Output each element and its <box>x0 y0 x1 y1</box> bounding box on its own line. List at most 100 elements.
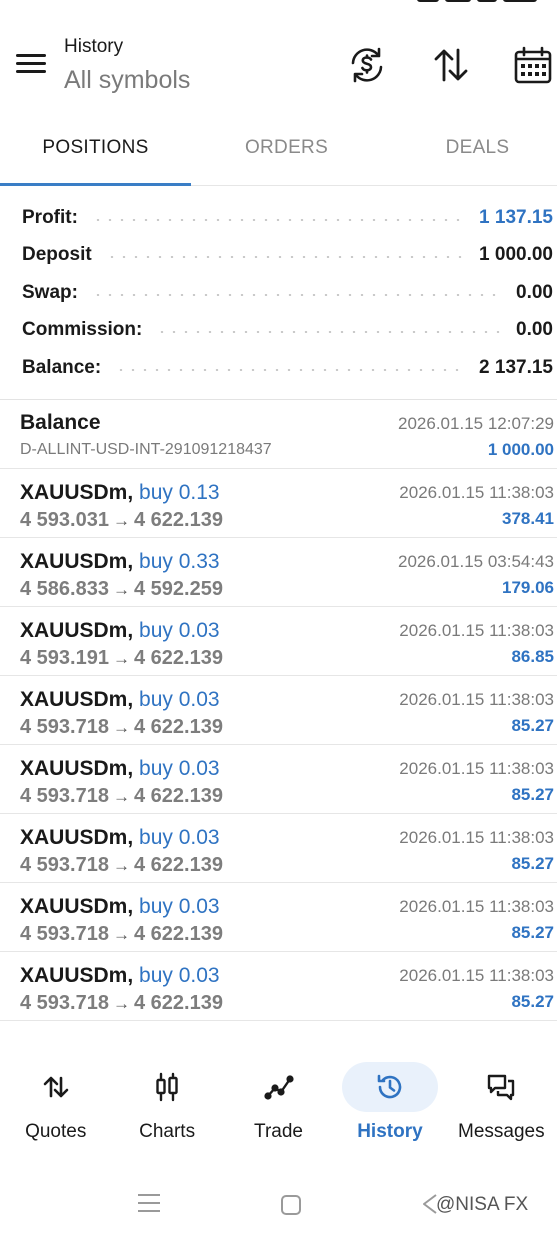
close-price: 4 592.259 <box>133 578 223 600</box>
nav-messages[interactable]: Messages <box>446 1050 557 1150</box>
leader-dots <box>91 293 503 296</box>
arrow-icon: → <box>112 994 130 1013</box>
position-symbol: XAUUSDm, <box>20 481 134 504</box>
leader-dots <box>156 331 503 334</box>
quotes-arrows-icon <box>8 1062 104 1112</box>
history-clock-icon <box>341 1062 438 1112</box>
position-profit: 85.27 <box>511 716 554 735</box>
hamburger-menu-icon[interactable] <box>16 52 48 76</box>
nav-label: Messages <box>458 1121 545 1142</box>
nav-label: Quotes <box>25 1121 87 1142</box>
tab-orders[interactable]: ORDERS <box>191 120 382 185</box>
position-time: 2026.01.15 11:38:03 <box>399 897 554 916</box>
leader-dots <box>91 218 466 221</box>
position-row[interactable]: XAUUSDm, buy 0.03 4 593.191 → 4 622.139 20… <box>0 607 557 676</box>
position-row[interactable]: XAUUSDm, buy 0.03 4 593.718 → 4 622.139 20… <box>0 883 557 952</box>
arrow-icon: → <box>112 856 130 875</box>
position-direction: buy 0.03 <box>139 964 220 987</box>
position-profit: 86.85 <box>511 647 554 666</box>
nav-label: Charts <box>139 1121 196 1142</box>
position-direction: buy 0.03 <box>139 757 220 780</box>
nav-label: Trade <box>254 1121 303 1142</box>
position-direction: buy 0.03 <box>139 826 220 849</box>
position-direction: buy 0.03 <box>139 895 220 918</box>
summary-value: 0.00 <box>516 319 553 341</box>
open-price: 4 593.718 <box>20 716 109 738</box>
system-navigation: @NISA FX <box>0 1180 557 1230</box>
position-profit: 179.06 <box>502 578 554 597</box>
position-row[interactable]: XAUUSDm, buy 0.03 4 593.718 → 4 622.139 20… <box>0 676 557 745</box>
open-price: 4 593.031 <box>20 509 109 531</box>
open-price: 4 593.718 <box>20 923 109 945</box>
currency-exchange-icon[interactable] <box>346 44 388 86</box>
symbol-filter[interactable]: All symbols <box>64 66 190 95</box>
sort-arrows-icon[interactable] <box>430 44 472 86</box>
close-price: 4 622.139 <box>133 509 223 531</box>
summary-row-deposit: Deposit 1 000.00 <box>0 237 557 275</box>
entry-time: 2026.01.15 12:07:29 <box>398 414 554 433</box>
summary-value: 1 000.00 <box>479 244 553 266</box>
summary-label: Balance: <box>22 356 102 378</box>
bottom-navigation: Quotes Charts Trade History Messages <box>0 1050 557 1150</box>
summary-label: Profit: <box>22 206 78 228</box>
close-price: 4 622.139 <box>133 785 223 807</box>
position-row[interactable]: XAUUSDm, buy 0.03 4 593.718 → 4 622.139 20… <box>0 814 557 883</box>
arrow-icon: → <box>112 649 130 668</box>
position-symbol: XAUUSDm, <box>20 826 134 849</box>
app-header: History All symbols <box>0 30 557 105</box>
entry-amount: 1 000.00 <box>487 440 554 459</box>
tab-positions[interactable]: POSITIONS <box>0 120 191 186</box>
page-title: History <box>64 36 124 57</box>
summary-row-commission: Commission: 0.00 <box>0 312 557 350</box>
history-list: Balance D-ALLINT-USD-INT-291091218437 20… <box>0 400 557 1021</box>
summary-row-balance: Balance: 2 137.15 <box>0 349 557 387</box>
position-direction: buy 0.33 <box>139 550 220 573</box>
position-profit: 378.41 <box>502 509 554 528</box>
position-symbol: XAUUSDm, <box>20 688 134 711</box>
close-price: 4 622.139 <box>133 923 223 945</box>
position-time: 2026.01.15 11:38:03 <box>399 690 554 709</box>
position-time: 2026.01.15 11:38:03 <box>399 621 554 640</box>
status-indicators <box>417 0 537 2</box>
position-row[interactable]: XAUUSDm, buy 0.13 4 593.031 → 4 622.139 20… <box>0 469 557 538</box>
position-symbol: XAUUSDm, <box>20 757 134 780</box>
chat-bubbles-icon <box>453 1062 549 1112</box>
summary-label: Commission: <box>22 319 143 341</box>
close-price: 4 622.139 <box>133 854 223 876</box>
summary-row-swap: Swap: 0.00 <box>0 274 557 312</box>
position-direction: buy 0.03 <box>139 619 220 642</box>
open-price: 4 593.191 <box>20 647 109 669</box>
position-row[interactable]: XAUUSDm, buy 0.33 4 586.833 → 4 592.259 20… <box>0 538 557 607</box>
position-profit: 85.27 <box>511 785 554 804</box>
open-price: 4 593.718 <box>20 854 109 876</box>
open-price: 4 593.718 <box>20 992 109 1014</box>
position-row[interactable]: XAUUSDm, buy 0.03 4 593.718 → 4 622.139 20… <box>0 952 557 1021</box>
nav-charts[interactable]: Charts <box>111 1050 222 1150</box>
nav-quotes[interactable]: Quotes <box>0 1050 111 1150</box>
position-time: 2026.01.15 11:38:03 <box>399 759 554 778</box>
position-row[interactable]: XAUUSDm, buy 0.03 4 593.718 → 4 622.139 20… <box>0 745 557 814</box>
position-symbol: XAUUSDm, <box>20 895 134 918</box>
nav-trade[interactable]: Trade <box>223 1050 334 1150</box>
balance-entry[interactable]: Balance D-ALLINT-USD-INT-291091218437 20… <box>0 400 557 469</box>
calendar-icon[interactable] <box>512 44 554 86</box>
summary-value: 1 137.15 <box>479 206 553 228</box>
arrow-icon: → <box>112 580 130 599</box>
position-time: 2026.01.15 11:38:03 <box>399 966 554 985</box>
close-price: 4 622.139 <box>133 716 223 738</box>
history-tabs: POSITIONS ORDERS DEALS <box>0 120 557 186</box>
summary-label: Swap: <box>22 281 78 303</box>
status-bar <box>0 0 557 6</box>
recent-apps-icon[interactable] <box>138 1192 160 1214</box>
position-profit: 85.27 <box>511 854 554 873</box>
home-icon[interactable] <box>281 1195 301 1215</box>
trade-line-icon <box>231 1062 327 1112</box>
tab-deals[interactable]: DEALS <box>382 120 557 185</box>
arrow-icon: → <box>112 787 130 806</box>
nav-history[interactable]: History <box>334 1050 445 1150</box>
arrow-icon: → <box>112 511 130 530</box>
candlestick-icon <box>119 1062 215 1112</box>
summary-label: Deposit <box>22 244 92 266</box>
summary-panel: Profit: 1 137.15 Deposit 1 000.00 Swap: … <box>0 199 557 387</box>
summary-value: 2 137.15 <box>479 356 553 378</box>
